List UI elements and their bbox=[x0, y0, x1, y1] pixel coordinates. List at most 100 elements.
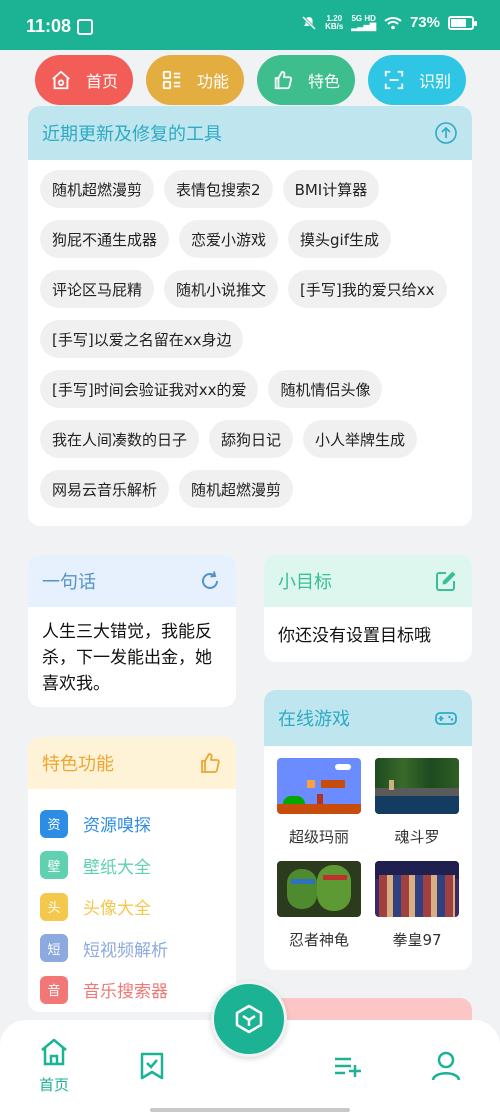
tool-chip[interactable]: 随机情侣头像 bbox=[268, 370, 383, 408]
bookmark-check-icon bbox=[140, 1052, 164, 1080]
feature-badge: 音 bbox=[40, 975, 68, 1004]
tool-chip[interactable]: 随机超燃漫剪 bbox=[179, 470, 294, 508]
signal-icon: 5G HD ▂▃▅▇ bbox=[351, 13, 376, 31]
tool-chip[interactable]: [手写]我的爱只给xx bbox=[288, 270, 447, 308]
wifi-icon bbox=[384, 16, 402, 29]
gamepad-icon[interactable] bbox=[434, 706, 458, 730]
game-label: 拳皇97 bbox=[392, 931, 442, 949]
quote-title: 一句话 bbox=[42, 572, 96, 593]
nav-special-label: 特色 bbox=[307, 72, 340, 91]
tool-chip[interactable]: 狗屁不通生成器 bbox=[40, 220, 170, 258]
edit-icon[interactable] bbox=[434, 569, 458, 593]
home-icon bbox=[52, 70, 70, 90]
app-notification-icon bbox=[77, 19, 93, 35]
game-label: 魂斗罗 bbox=[394, 828, 440, 846]
game-label: 忍者神龟 bbox=[288, 931, 349, 949]
feature-badge: 短 bbox=[40, 934, 68, 963]
game-item-kof97[interactable]: 拳皇97 bbox=[375, 861, 459, 950]
home-indicator bbox=[150, 1108, 350, 1112]
tool-chip[interactable]: [手写]时间会验证我对xx的爱 bbox=[40, 370, 259, 408]
online-games-title: 在线游戏 bbox=[278, 709, 350, 730]
tab-home-label: 首页 bbox=[38, 1076, 69, 1094]
game-grid: 超级玛丽 魂斗罗 忍者神龟 拳皇97 bbox=[264, 746, 472, 962]
tool-chip[interactable]: [手写]以爱之名留在xx身边 bbox=[40, 320, 244, 358]
goal-title: 小目标 bbox=[278, 572, 332, 593]
nav-scan-label: 识别 bbox=[418, 72, 451, 91]
tab-profile[interactable] bbox=[416, 1050, 476, 1086]
game-item-mario[interactable]: 超级玛丽 bbox=[277, 758, 361, 847]
tool-chip[interactable]: 网易云音乐解析 bbox=[40, 470, 170, 508]
game-label: 超级玛丽 bbox=[288, 828, 349, 846]
nav-function-label: 功能 bbox=[196, 72, 229, 91]
battery-percent: 73% bbox=[409, 14, 440, 31]
tool-chip[interactable]: 评论区马屁精 bbox=[40, 270, 155, 308]
tool-chip[interactable]: 随机小说推文 bbox=[164, 270, 279, 308]
tool-chip[interactable]: 小人举牌生成 bbox=[303, 420, 418, 458]
feature-badge: 壁 bbox=[40, 851, 68, 880]
feature-label: 资源嗅探 bbox=[83, 816, 151, 837]
tool-chip[interactable]: 我在人间凑数的日子 bbox=[40, 420, 200, 458]
grid-icon bbox=[162, 70, 181, 90]
status-bar: 11:08 1.20 KB/s 5G HD ▂▃▅▇ 73% bbox=[0, 0, 500, 50]
tab-home[interactable]: 首页 bbox=[24, 1036, 84, 1095]
scan-icon bbox=[384, 70, 404, 90]
tool-chip[interactable]: 表情包搜索2 bbox=[164, 170, 273, 208]
cube-icon bbox=[235, 1004, 263, 1034]
feature-badge: 资 bbox=[40, 809, 68, 838]
featured-functions-list: 资 资源嗅探 壁 壁纸大全 头 头像大全 短 短视频解析 音 音乐搜索器 bbox=[28, 789, 236, 1012]
contra-thumbnail bbox=[375, 758, 459, 814]
net-speed: 1.20 KB/s bbox=[325, 13, 344, 31]
featured-functions-title: 特色功能 bbox=[42, 754, 114, 775]
featured-functions-header: 特色功能 bbox=[28, 737, 236, 789]
game-item-contra[interactable]: 魂斗罗 bbox=[375, 758, 459, 847]
feature-label: 壁纸大全 bbox=[83, 857, 151, 878]
nav-function-button[interactable]: 功能 bbox=[146, 55, 244, 105]
featured-functions-card: 特色功能 资 资源嗅探 壁 壁纸大全 头 头像大全 短 短视频解析 音 音乐搜索… bbox=[28, 737, 236, 1012]
mute-bell-icon bbox=[302, 15, 317, 30]
status-time: 11:08 bbox=[26, 16, 72, 36]
quote-text: 人生三大错觉，我能反杀，下一发能出金，她喜欢我。 bbox=[42, 622, 212, 694]
quote-header: 一句话 bbox=[28, 555, 236, 607]
tool-chip[interactable]: 恋爱小游戏 bbox=[179, 220, 279, 258]
tool-chip[interactable]: 摸头gif生成 bbox=[288, 220, 392, 258]
status-icons: 1.20 KB/s 5G HD ▂▃▅▇ 73% bbox=[301, 13, 477, 31]
battery-icon bbox=[448, 15, 477, 30]
tool-chip[interactable]: BMI计算器 bbox=[282, 170, 380, 208]
battery-fill bbox=[451, 18, 466, 27]
feature-item-avatars[interactable]: 头 头像大全 bbox=[40, 886, 224, 928]
nav-home-button[interactable]: 首页 bbox=[35, 55, 133, 105]
top-nav: 首页 功能 特色 识别 bbox=[0, 55, 500, 110]
recent-tools-title: 近期更新及修复的工具 bbox=[42, 124, 222, 145]
tool-chip[interactable]: 随机超燃漫剪 bbox=[40, 170, 155, 208]
feature-badge: 头 bbox=[40, 892, 68, 921]
feature-item-wallpapers[interactable]: 壁 壁纸大全 bbox=[40, 845, 224, 887]
goal-card: 小目标 你还没有设置目标哦 bbox=[264, 555, 472, 662]
quote-card: 一句话 人生三大错觉，我能反杀，下一发能出金，她喜欢我。 bbox=[28, 555, 236, 707]
refresh-icon[interactable] bbox=[198, 569, 222, 593]
feature-label: 音乐搜索器 bbox=[83, 982, 168, 1003]
tool-chip[interactable]: 舔狗日记 bbox=[209, 420, 294, 458]
feature-item-resource-sniffer[interactable]: 资 资源嗅探 bbox=[40, 803, 224, 845]
recent-tools-card: 近期更新及修复的工具 随机超燃漫剪 表情包搜索2 BMI计算器 狗屁不通生成器 … bbox=[28, 106, 472, 526]
tmnt-thumbnail bbox=[277, 861, 361, 917]
feature-item-music-search[interactable]: 音 音乐搜索器 bbox=[40, 969, 224, 1011]
goal-text: 你还没有设置目标哦 bbox=[278, 626, 431, 646]
arrow-up-circle-icon[interactable] bbox=[434, 121, 458, 145]
nav-scan-button[interactable]: 识别 bbox=[368, 55, 466, 105]
tab-bookmarks[interactable] bbox=[122, 1050, 182, 1086]
playlist-add-icon bbox=[335, 1057, 361, 1077]
online-games-header: 在线游戏 bbox=[264, 690, 472, 746]
nav-special-button[interactable]: 特色 bbox=[257, 55, 355, 105]
thumbs-up-icon bbox=[274, 70, 292, 90]
nav-home-label: 首页 bbox=[85, 72, 118, 91]
game-item-tmnt[interactable]: 忍者神龟 bbox=[277, 861, 361, 950]
center-cube-button[interactable] bbox=[211, 981, 287, 1057]
feature-label: 短视频解析 bbox=[83, 940, 168, 961]
home-icon bbox=[41, 1038, 67, 1066]
tool-chip-list: 随机超燃漫剪 表情包搜索2 BMI计算器 狗屁不通生成器 恋爱小游戏 摸头gif… bbox=[28, 160, 472, 508]
kof97-thumbnail bbox=[375, 861, 459, 917]
tab-playlist[interactable] bbox=[318, 1050, 378, 1086]
recent-tools-header: 近期更新及修复的工具 bbox=[28, 106, 472, 160]
mario-thumbnail bbox=[277, 758, 361, 814]
feature-item-short-video-parser[interactable]: 短 短视频解析 bbox=[40, 928, 224, 970]
